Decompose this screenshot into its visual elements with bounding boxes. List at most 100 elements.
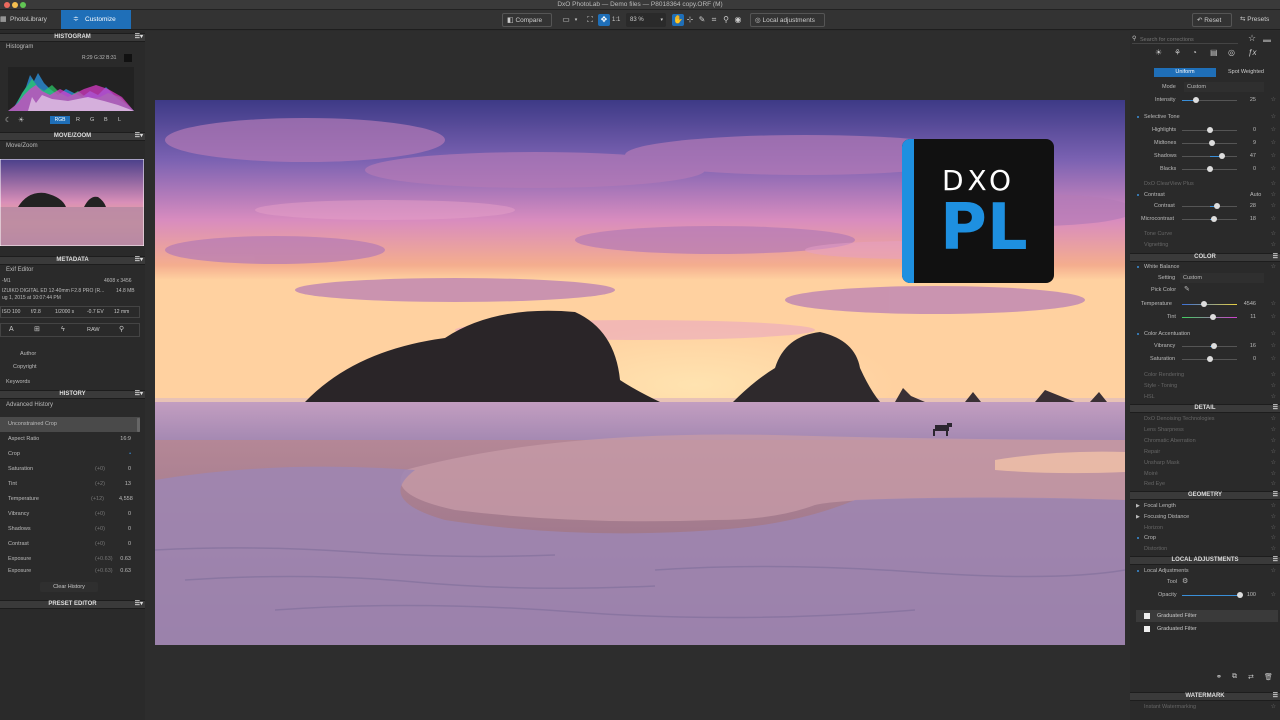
star-icon[interactable]: ☆ (1271, 381, 1276, 391)
chromatic-row[interactable]: Chromatic Aberration ☆ (1130, 436, 1280, 446)
star-icon[interactable]: ☆ (1271, 447, 1276, 457)
star-icon[interactable]: ☆ (1271, 329, 1276, 339)
history-item[interactable]: Unconstrained Crop (0, 417, 140, 432)
star-icon[interactable]: ☆ (1271, 95, 1276, 105)
search-input[interactable] (1140, 35, 1236, 44)
preset-editor-header[interactable]: PRESET EDITOR ☰▾ (0, 600, 145, 609)
eyedropper-icon[interactable]: ✎ (1184, 285, 1190, 295)
crop-row[interactable]: Crop ☆ (1130, 533, 1280, 543)
instant-watermarking-row[interactable]: Instant Watermarking ☆ (1130, 702, 1280, 712)
red-eye-row[interactable]: Red Eye ☆ (1130, 479, 1280, 489)
spot-weighted-button[interactable]: Spot Weighted (1216, 68, 1276, 77)
metadata-header[interactable]: METADATA ☰▾ (0, 256, 145, 265)
history-item[interactable]: Vibrancy (+0) 0 (0, 507, 140, 522)
star-icon[interactable]: ☆ (1271, 566, 1276, 576)
mask-item[interactable]: Graduated Filter (1136, 610, 1278, 622)
star-icon[interactable]: ☆ (1271, 479, 1276, 489)
presets-button[interactable]: ⇆ Presets (1236, 13, 1280, 27)
location-icon[interactable]: ⚲ (119, 324, 124, 336)
star-icon[interactable]: ☆ (1271, 240, 1276, 250)
selective-tone-row[interactable]: Selective Tone ☆ (1130, 112, 1280, 122)
vibrancy-value[interactable]: 16 (1250, 341, 1256, 351)
star-icon[interactable]: ☆ (1248, 33, 1256, 44)
minimize-window-button[interactable] (12, 2, 18, 8)
compare-button[interactable]: ◧ Compare (502, 13, 552, 27)
fit-screen-icon[interactable]: ⛶ (584, 14, 596, 26)
style-toning-row[interactable]: Style - Toning ☆ (1130, 381, 1280, 391)
star-icon[interactable]: ☆ (1271, 590, 1276, 600)
star-icon[interactable]: ☆ (1271, 112, 1276, 122)
fx-icon[interactable]: ƒx (1248, 48, 1256, 57)
history-item[interactable]: Exposure (+0.63) 0.63 (0, 552, 140, 567)
channel-r[interactable]: R (76, 117, 80, 123)
moire-row[interactable]: Moiré ☆ (1130, 469, 1280, 479)
highlights-value[interactable]: 0 (1253, 125, 1256, 135)
channel-rgb[interactable]: RGB (50, 116, 70, 124)
star-icon[interactable]: ☆ (1271, 523, 1276, 533)
eyedropper-icon[interactable]: ✎ (696, 14, 708, 26)
history-item[interactable]: Aspect Ratio 16:9 (0, 432, 140, 447)
close-window-button[interactable] (4, 2, 10, 8)
saturation-slider[interactable] (1182, 356, 1237, 362)
detail-header[interactable]: DETAIL ☰ (1130, 404, 1280, 413)
star-icon[interactable]: ☆ (1271, 436, 1276, 446)
star-icon[interactable]: ☆ (1271, 125, 1276, 135)
panel-menu-icon[interactable]: ☰▾ (135, 34, 143, 41)
reset-button[interactable]: ↶ Reset (1192, 13, 1232, 27)
white-balance-row[interactable]: White Balance ☆ (1130, 262, 1280, 272)
star-icon[interactable]: ☆ (1271, 299, 1276, 309)
history-item[interactable]: Exposure (+0.63) 0.63 (0, 567, 140, 576)
star-icon[interactable]: ☆ (1271, 190, 1276, 200)
movezoom-header[interactable]: MOVE/ZOOM ☰▾ (0, 132, 145, 141)
star-icon[interactable]: ☆ (1271, 229, 1276, 239)
panel-menu-icon[interactable]: ☰ (1273, 254, 1278, 261)
blacks-value[interactable]: 0 (1253, 164, 1256, 174)
denoising-row[interactable]: DxO Denoising Technologies ☆ (1130, 414, 1280, 424)
vibrancy-slider[interactable] (1182, 343, 1237, 349)
star-icon[interactable]: ☆ (1271, 702, 1276, 712)
channel-l[interactable]: L (118, 117, 121, 123)
history-item[interactable]: Saturation (+0) 0 (0, 462, 140, 477)
blacks-slider[interactable] (1182, 166, 1237, 172)
star-icon[interactable]: ☆ (1271, 533, 1276, 543)
chevron-down-icon[interactable]: ▾ (570, 14, 582, 26)
tone-curve-row[interactable]: Tone Curve ☆ (1130, 229, 1280, 239)
swap-icon[interactable]: ⇄ (1248, 673, 1254, 681)
panel-menu-icon[interactable]: ☰ (1273, 557, 1278, 564)
color-header[interactable]: COLOR ☰ (1130, 253, 1280, 262)
histogram-header[interactable]: HISTOGRAM ☰▾ (0, 33, 145, 42)
crop-icon[interactable]: ⌗ (708, 14, 720, 26)
clear-history-button[interactable]: Clear History (40, 582, 98, 592)
detail-icon[interactable]: ◔ (1192, 48, 1197, 57)
history-header[interactable]: HISTORY ☰▾ (0, 390, 145, 399)
star-icon[interactable]: ☆ (1271, 214, 1276, 224)
local-adjustments-row[interactable]: Local Adjustments ☆ (1130, 566, 1280, 576)
panel-menu-icon[interactable]: ☰▾ (135, 391, 143, 398)
mask-item[interactable]: Graduated Filter (1136, 623, 1278, 635)
microcontrast-slider[interactable] (1182, 216, 1237, 222)
zoom-one-to-one-button[interactable]: 1:1 (608, 13, 624, 27)
corrections-search[interactable]: ⚲ (1132, 35, 1238, 44)
temperature-slider[interactable] (1182, 301, 1237, 307)
film-icon[interactable]: ⊞ (34, 324, 40, 336)
star-icon[interactable]: ☆ (1271, 414, 1276, 424)
panel-menu-icon[interactable]: ☰▾ (135, 257, 143, 264)
moon-icon[interactable]: ☾ (5, 116, 11, 124)
repair-icon[interactable]: ⚲ (720, 14, 732, 26)
star-icon[interactable]: ☆ (1271, 151, 1276, 161)
contrast-value[interactable]: 28 (1250, 201, 1256, 211)
highlights-slider[interactable] (1182, 127, 1237, 133)
history-item[interactable]: Contrast (+0) 0 (0, 537, 140, 552)
text-icon[interactable]: A (9, 324, 14, 336)
horizon-row[interactable]: Horizon ☆ (1130, 523, 1280, 533)
tab-customize[interactable]: ≑ Customize (61, 10, 131, 29)
panel-menu-icon[interactable]: ☰▾ (135, 133, 143, 140)
local-adjustments-header[interactable]: LOCAL ADJUSTMENTS ☰ (1130, 556, 1280, 565)
flash-icon[interactable]: ϟ (61, 324, 65, 336)
midtones-slider[interactable] (1182, 140, 1237, 146)
sun-icon[interactable]: ☀ (18, 116, 24, 124)
straighten-icon[interactable]: ⊹ (684, 14, 696, 26)
lens-sharpness-row[interactable]: Lens Sharpness ☆ (1130, 425, 1280, 435)
geometry-header[interactable]: GEOMETRY ☰ (1130, 491, 1280, 500)
watermark-header[interactable]: WATERMARK ☰ (1130, 692, 1280, 701)
